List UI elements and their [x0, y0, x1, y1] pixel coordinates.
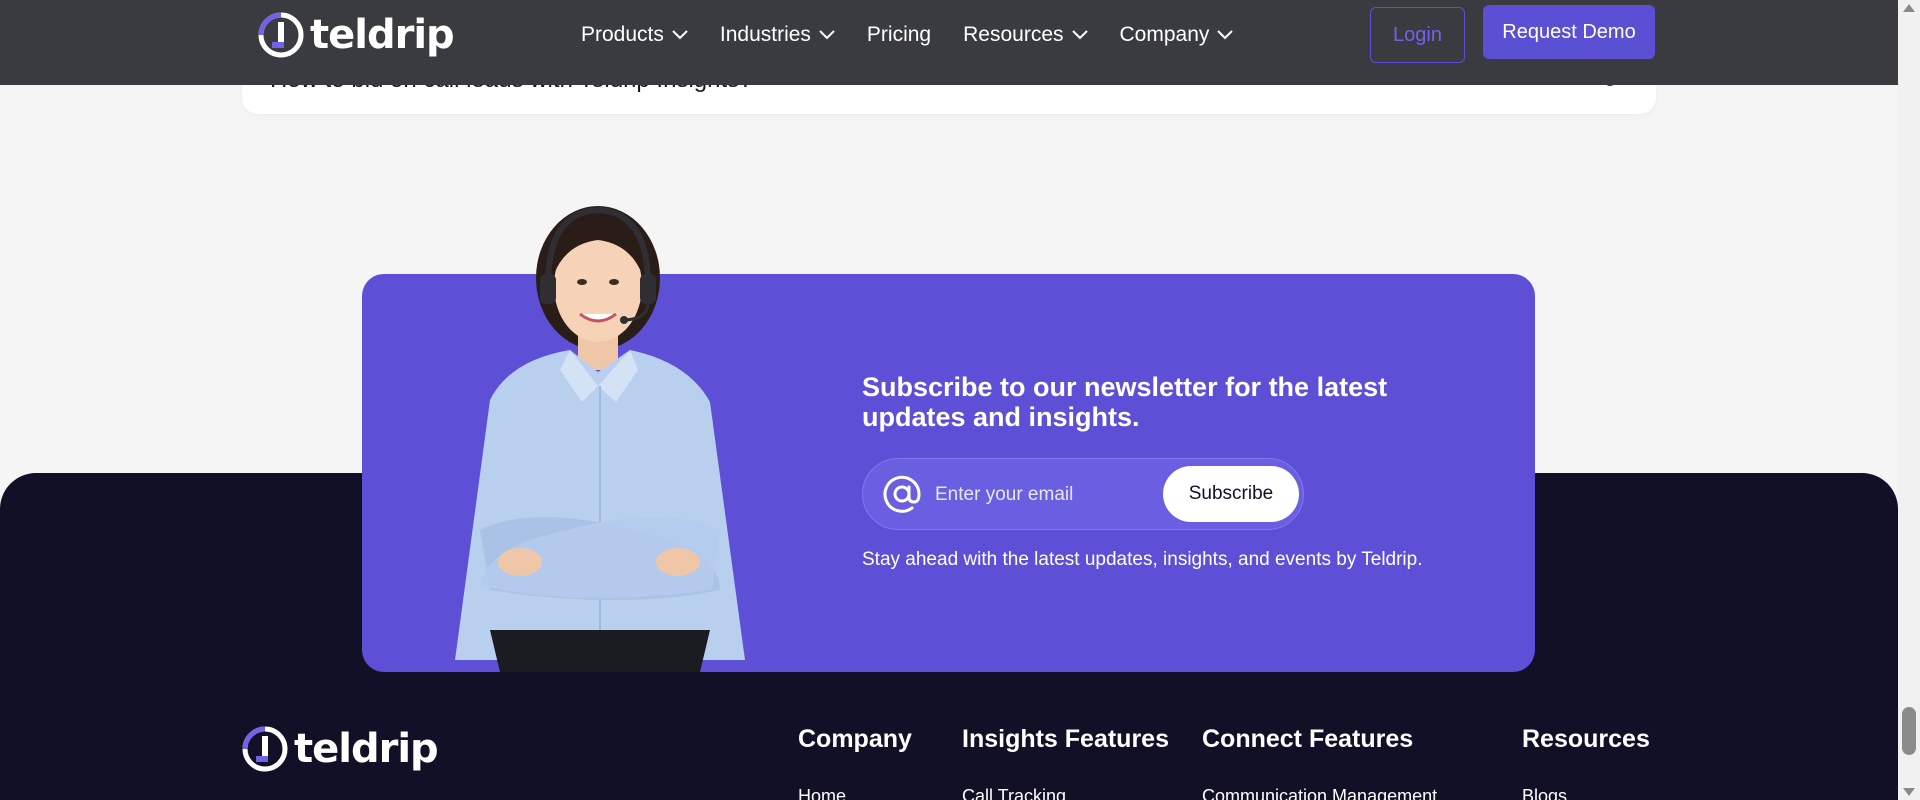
newsletter-note: Stay ahead with the latest updates, insi…: [862, 549, 1423, 570]
footer-link[interactable]: Communication Management: [1202, 786, 1437, 800]
nav-resources[interactable]: Resources: [963, 23, 1088, 47]
nav-products[interactable]: Products: [581, 23, 688, 47]
footer-col-title: Resources: [1522, 725, 1650, 753]
nav-pricing[interactable]: Pricing: [867, 23, 931, 47]
main-nav: Products Industries Pricing Resources Co…: [581, 0, 1234, 70]
footer-col-company: Company Home: [798, 725, 912, 800]
footer-link[interactable]: Call Tracking: [962, 786, 1169, 800]
header-logo[interactable]: teldrip: [258, 12, 455, 58]
scrollbar-thumb[interactable]: [1902, 707, 1916, 755]
subscribe-button[interactable]: Subscribe: [1163, 466, 1299, 522]
footer-col-title: Company: [798, 725, 912, 753]
newsletter-form: Subscribe: [862, 458, 1304, 530]
nav-industries[interactable]: Industries: [720, 23, 835, 47]
footer-col-insights: Insights Features Call Tracking: [962, 725, 1169, 800]
nav-label: Pricing: [866, 23, 932, 46]
nav-label: Products: [581, 23, 664, 46]
chevron-down-icon: [819, 30, 835, 40]
page-scrollbar[interactable]: [1898, 0, 1920, 800]
request-demo-button[interactable]: Request Demo: [1483, 5, 1655, 59]
footer-col-title: Insights Features: [962, 725, 1169, 753]
site-header: teldrip Products Industries Pricing Reso…: [0, 0, 1898, 85]
footer-col-resources: Resources Blogs: [1522, 725, 1650, 800]
logo-text: teldrip: [294, 726, 439, 772]
footer-logo[interactable]: teldrip: [242, 726, 439, 772]
scroll-down-arrow-icon[interactable]: [1903, 788, 1915, 796]
scroll-up-arrow-icon[interactable]: [1903, 4, 1915, 12]
chevron-down-icon: [1071, 30, 1088, 40]
footer-col-connect: Connect Features Communication Managemen…: [1202, 725, 1437, 800]
nav-label: Company: [1119, 23, 1210, 46]
at-icon: [883, 475, 921, 513]
footer-link[interactable]: Home: [798, 786, 912, 800]
logo-text: teldrip: [310, 12, 455, 58]
chevron-down-icon: [672, 30, 688, 40]
nav-label: Industries: [719, 23, 811, 46]
newsletter-title: Subscribe to our newsletter for the late…: [862, 372, 1388, 432]
teldrip-logo-icon: [242, 726, 288, 772]
support-agent-image: [455, 206, 745, 672]
login-button[interactable]: Login: [1370, 7, 1465, 63]
nav-company[interactable]: Company: [1120, 23, 1234, 47]
teldrip-logo-icon: [258, 12, 304, 58]
footer-link[interactable]: Blogs: [1522, 786, 1650, 800]
email-input[interactable]: [935, 473, 1155, 517]
chevron-down-icon: [1217, 30, 1234, 40]
footer-col-title: Connect Features: [1202, 725, 1414, 753]
nav-label: Resources: [963, 23, 1064, 46]
